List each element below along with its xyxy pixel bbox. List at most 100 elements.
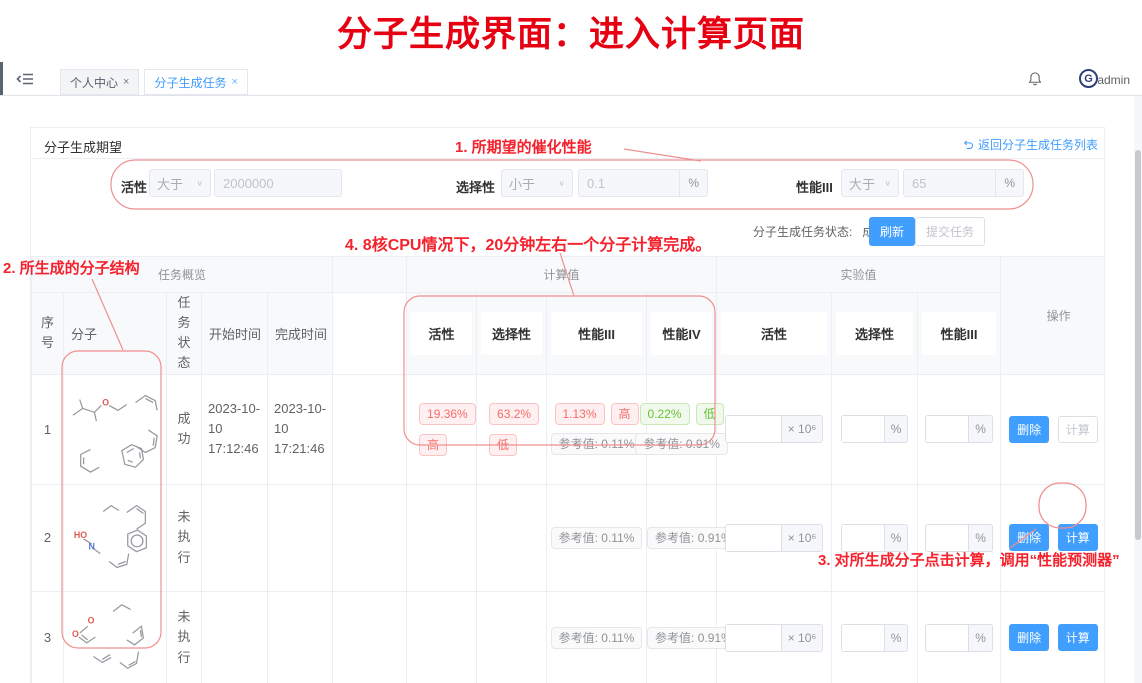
exp-perf3-input[interactable] [926, 525, 968, 551]
table-row: 2 HO N [32, 484, 1106, 591]
exp-selectivity-cell: % [832, 484, 918, 591]
column-header-activity: 活性 [407, 293, 477, 375]
exp-activity-input[interactable] [726, 625, 781, 651]
level-badge: 高 [611, 403, 639, 425]
filter-perf3-operator-select[interactable]: 大于 ∨ [841, 169, 899, 197]
task-status-line: 分子生成任务状态:成功 [753, 223, 886, 240]
table-group-header-row: 任务概览 计算值 实验值 操作 [32, 257, 1106, 293]
calc-selectivity-cell [477, 591, 547, 683]
close-icon[interactable]: × [231, 76, 237, 88]
percent-suffix: % [884, 525, 908, 551]
calculate-button[interactable]: 计算 [1058, 624, 1098, 651]
filter-activity-input[interactable] [215, 170, 341, 196]
svg-text:HO: HO [74, 530, 87, 540]
times-ten-power-suffix: × 10⁶ [781, 525, 823, 551]
calc-selectivity-cell: 63.2% 低 [477, 374, 547, 484]
panel-title: 分子生成期望 [44, 137, 122, 156]
value-badge: 1.13% [555, 403, 605, 425]
column-header-exp-selectivity: 选择性 [832, 293, 918, 375]
column-header-exp-activity: 活性 [717, 293, 832, 375]
exp-selectivity-cell: % [832, 374, 918, 484]
table-header-row: 序号 分子 任务状态 开始时间 完成时间 活性 选择性 性能III 性能IV [32, 293, 1106, 375]
page-title: 分子生成界面：进入计算页面 [0, 6, 1142, 57]
filter-selectivity-label: 选择性 [456, 177, 495, 196]
row-status: 未执行 [167, 484, 202, 591]
group-header-blank [333, 257, 407, 293]
group-header-experimental: 实验值 [717, 257, 1001, 293]
tab-list: 个人中心 × 分子生成任务 × [60, 69, 248, 95]
blank-cell [333, 484, 407, 591]
select-value: 小于 [509, 174, 535, 193]
back-link-label: 返回分子生成任务列表 [978, 136, 1098, 153]
filter-perf3-input[interactable] [904, 170, 995, 196]
molecule-generation-page: 分子生成界面：进入计算页面 个人中心 × 分子生成任务 × G admin 分子… [0, 0, 1142, 683]
exp-activity-input[interactable] [726, 416, 781, 442]
exp-activity-cell: × 10⁶ [717, 374, 832, 484]
exp-selectivity-input[interactable] [842, 416, 884, 442]
row-actions: 删除 计算 [1001, 484, 1105, 591]
submit-task-button[interactable]: 提交任务 [915, 217, 985, 246]
percent-suffix: % [968, 525, 992, 551]
column-header-selectivity: 选择性 [477, 293, 547, 375]
exp-perf3-cell: % [918, 591, 1001, 683]
calc-activity-cell: 19.36% 高 [407, 374, 477, 484]
exp-selectivity-input[interactable] [842, 625, 884, 651]
svg-text:O: O [88, 615, 95, 625]
exp-perf3-cell: % [918, 374, 1001, 484]
close-icon[interactable]: × [123, 76, 129, 88]
molecule-expectation-panel: 分子生成期望 返回分子生成任务列表 活性 大于 ∨ 选择性 小于 ∨ % 性能I [30, 127, 1105, 683]
filter-activity-input-group [214, 169, 342, 197]
exp-perf3-input[interactable] [926, 625, 968, 651]
row-start-time [202, 591, 268, 683]
column-header-perf4: 性能IV [647, 293, 717, 375]
refresh-button[interactable]: 刷新 [869, 217, 915, 246]
user-avatar-logo[interactable]: G [1079, 69, 1098, 88]
value-badge: 19.36% [419, 403, 476, 425]
column-header-status: 任务状态 [167, 293, 202, 375]
blank-cell [333, 374, 407, 484]
calc-perf3-cell: 1.13% 高 参考值: 0.11% [547, 374, 647, 484]
svg-text:N: N [89, 542, 95, 552]
row-status: 成功 [167, 374, 202, 484]
calc-perf3-cell: 参考值: 0.11% [547, 591, 647, 683]
row-status: 未执行 [167, 591, 202, 683]
molecule-structure: O [64, 374, 167, 484]
percent-suffix: % [995, 170, 1023, 196]
blank-cell [333, 591, 407, 683]
filter-activity-operator-select[interactable]: 大于 ∨ [149, 169, 211, 197]
row-index: 1 [32, 374, 64, 484]
molecule-structure: HO N [64, 484, 167, 591]
column-header-end-time: 完成时间 [268, 293, 333, 375]
notification-bell-icon[interactable] [1026, 70, 1044, 88]
filter-activity-label: 活性 [121, 177, 147, 196]
select-value: 大于 [157, 174, 183, 193]
exp-activity-cell: × 10⁶ [717, 484, 832, 591]
delete-button[interactable]: 删除 [1009, 624, 1049, 651]
exp-activity-cell: × 10⁶ [717, 591, 832, 683]
exp-activity-input[interactable] [726, 525, 781, 551]
exp-perf3-input[interactable] [926, 416, 968, 442]
calculate-button[interactable]: 计算 [1058, 524, 1098, 551]
calc-perf3-cell: 参考值: 0.11% [547, 484, 647, 591]
annotation-cpu-time: 4. 8核CPU情况下，20分钟左右一个分子计算完成。 [345, 231, 711, 255]
calculate-button[interactable]: 计算 [1058, 416, 1098, 443]
back-to-task-list-link[interactable]: 返回分子生成任务列表 [962, 136, 1098, 153]
tab-label: 分子生成任务 [154, 74, 226, 91]
row-actions: 删除 计算 [1001, 374, 1105, 484]
tab-personal-center[interactable]: 个人中心 × [60, 69, 139, 95]
filter-selectivity-input[interactable] [579, 170, 679, 196]
calc-selectivity-cell [477, 484, 547, 591]
times-ten-power-suffix: × 10⁶ [781, 625, 823, 651]
svg-text:O: O [102, 397, 109, 407]
percent-suffix: % [884, 625, 908, 651]
exp-selectivity-input[interactable] [842, 525, 884, 551]
delete-button[interactable]: 删除 [1009, 524, 1049, 551]
row-actions: 删除 计算 [1001, 591, 1105, 683]
collapse-menu-icon[interactable] [16, 70, 34, 88]
filter-selectivity-operator-select[interactable]: 小于 ∨ [501, 169, 573, 197]
calc-perf4-cell: 参考值: 0.91% [647, 484, 717, 591]
tab-molecule-generation-task[interactable]: 分子生成任务 × [144, 69, 247, 95]
chevron-down-icon: ∨ [558, 179, 565, 188]
scrollbar-thumb[interactable] [1135, 150, 1141, 540]
delete-button[interactable]: 删除 [1009, 416, 1049, 443]
